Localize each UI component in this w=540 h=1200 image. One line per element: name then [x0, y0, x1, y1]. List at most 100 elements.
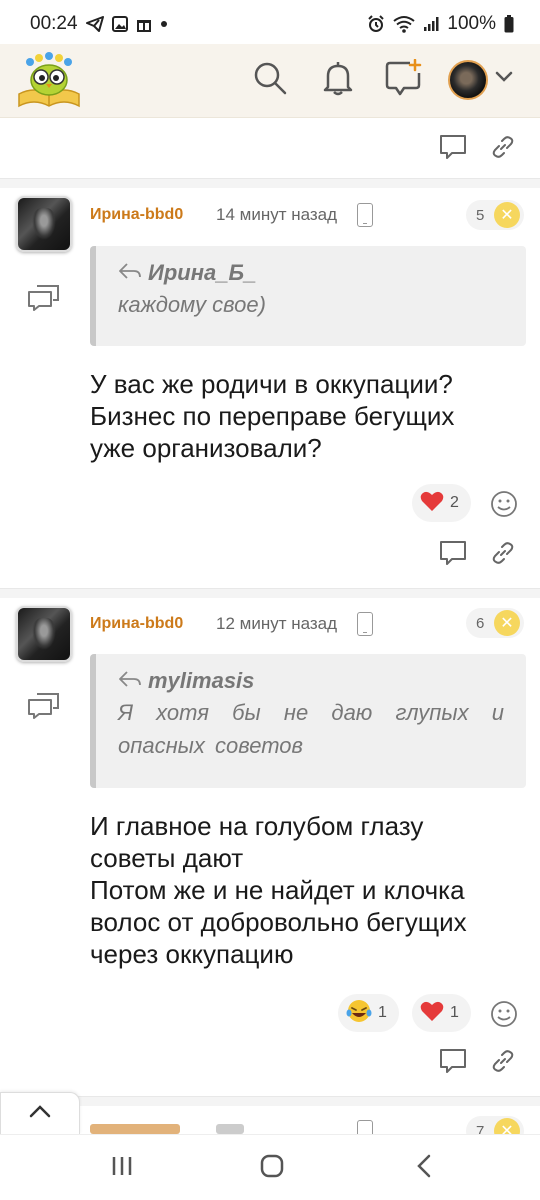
recent-apps-button[interactable] — [102, 1151, 142, 1185]
comment-divider — [0, 588, 540, 598]
quote-text: Я хотя бы не даю глупых и опасных совето… — [118, 700, 504, 758]
comment-actions — [0, 532, 540, 572]
laughing-tears-icon — [346, 999, 372, 1027]
add-reaction-button[interactable] — [490, 1000, 518, 1028]
quote-author-name: mylimasis — [148, 668, 255, 693]
reply-count-icon[interactable] — [27, 692, 61, 722]
comment-author-partial[interactable] — [90, 1124, 180, 1134]
search-icon — [252, 60, 288, 101]
search-button[interactable] — [248, 58, 292, 102]
battery-icon — [504, 15, 514, 33]
comment-counter[interactable]: 7 ✕ — [466, 1116, 524, 1134]
smile-icon — [490, 491, 518, 522]
recent-apps-icon — [110, 1155, 134, 1182]
link-icon[interactable] — [488, 538, 518, 568]
reaction-heart[interactable]: 2 — [412, 484, 471, 522]
alarm-icon — [367, 15, 385, 33]
comment-avatar[interactable] — [16, 606, 72, 662]
mobile-device-icon — [357, 1120, 373, 1134]
body-line: советы дают — [90, 843, 244, 873]
reply-count-icon[interactable] — [27, 284, 61, 314]
add-post-icon — [384, 58, 424, 102]
back-button[interactable] — [404, 1151, 444, 1185]
bell-icon — [322, 60, 354, 101]
comment: Ирина-bbd0 14 минут назад 5 ✕ Ирина_Б_ к… — [0, 190, 540, 590]
chevron-down-icon[interactable] — [494, 70, 514, 89]
reaction-laugh[interactable]: 1 — [338, 994, 399, 1032]
reply-icon[interactable] — [438, 1046, 468, 1076]
comment-counter[interactable]: 5 ✕ — [466, 200, 524, 230]
reaction-count: 1 — [378, 1004, 387, 1021]
close-icon[interactable]: ✕ — [494, 1118, 520, 1134]
back-icon — [416, 1154, 432, 1183]
counter-value: 5 — [476, 206, 485, 224]
smile-icon — [490, 1001, 518, 1032]
reply-icon[interactable] — [438, 132, 468, 162]
link-icon[interactable] — [488, 132, 518, 162]
body-line: И главное на голубом глазу — [90, 811, 424, 841]
counter-value: 7 — [476, 1122, 485, 1135]
body-line: через оккупацию — [90, 939, 294, 969]
quote-text: каждому свое) — [118, 292, 266, 317]
comment-divider — [0, 1096, 540, 1106]
previous-comment-actions — [0, 126, 540, 166]
reply-icon[interactable] — [438, 538, 468, 568]
scroll-to-top-button[interactable] — [0, 1092, 80, 1134]
close-icon[interactable]: ✕ — [494, 202, 520, 228]
body-line: У вас же родичи в оккупации? — [90, 369, 453, 399]
comment-time-partial — [216, 1124, 244, 1134]
home-button[interactable] — [252, 1151, 292, 1185]
comment-divider — [0, 178, 540, 188]
reaction-count: 2 — [450, 494, 459, 511]
home-icon — [259, 1153, 285, 1184]
body-line: волос от добровольно бегущих — [90, 907, 467, 937]
quote-author-name: Ирина_Б_ — [148, 260, 257, 285]
quote-author[interactable]: Ирина_Б_ — [118, 260, 504, 286]
system-nav-bar — [0, 1134, 540, 1200]
telegram-icon — [85, 16, 104, 32]
quote-author[interactable]: mylimasis — [118, 668, 504, 694]
avatar[interactable] — [448, 60, 488, 100]
notifications-button[interactable] — [316, 58, 360, 102]
quote-block: Ирина_Б_ каждому свое) — [90, 246, 526, 346]
status-bar: 00:24 100% — [0, 0, 540, 48]
mobile-device-icon — [357, 203, 373, 227]
body-line: Потом же и не найдет и клочка — [90, 875, 465, 905]
gallery-icon — [111, 16, 128, 32]
body-line: уже организовали? — [90, 433, 322, 463]
comment: Ирина-bbd0 12 минут назад 6 ✕ mylimasis … — [0, 598, 540, 1038]
close-icon[interactable]: ✕ — [494, 610, 520, 636]
comment-actions — [0, 1040, 540, 1080]
comment-time: 12 минут назад — [216, 614, 338, 633]
add-reaction-button[interactable] — [490, 490, 518, 518]
link-icon[interactable] — [488, 1046, 518, 1076]
battery-percent: 100% — [447, 13, 496, 34]
comment-counter[interactable]: 6 ✕ — [466, 608, 524, 638]
comment-body: У вас же родичи в оккупации? Бизнес по п… — [90, 368, 530, 464]
counter-value: 6 — [476, 614, 485, 632]
reaction-heart[interactable]: 1 — [412, 994, 471, 1032]
signal-icon — [423, 16, 439, 32]
owl-book-logo[interactable] — [16, 50, 82, 110]
dot-icon — [160, 20, 168, 28]
comment-partial: 7 ✕ — [0, 1106, 540, 1134]
quote-block: mylimasis Я хотя бы не даю глупых и опас… — [90, 654, 526, 788]
comment-time: 14 минут назад — [216, 205, 338, 224]
reply-arrow-icon — [118, 668, 142, 694]
heart-icon — [420, 1000, 444, 1026]
app-header — [0, 44, 540, 118]
body-line: Бизнес по переправе бегущих — [90, 401, 455, 431]
add-post-button[interactable] — [382, 58, 426, 102]
reply-arrow-icon — [118, 260, 142, 286]
gift-icon — [136, 16, 152, 32]
status-time: 00:24 — [30, 13, 78, 34]
mobile-device-icon — [357, 612, 373, 636]
wifi-icon — [393, 15, 416, 33]
reaction-count: 1 — [450, 1004, 459, 1021]
comment-author[interactable]: Ирина-bbd0 — [90, 206, 183, 224]
comment-body: И главное на голубом глазу советы дают П… — [90, 810, 530, 970]
comment-avatar[interactable] — [16, 196, 72, 252]
heart-icon — [420, 490, 444, 516]
chevron-up-icon — [28, 1103, 52, 1124]
comment-author[interactable]: Ирина-bbd0 — [90, 615, 183, 633]
